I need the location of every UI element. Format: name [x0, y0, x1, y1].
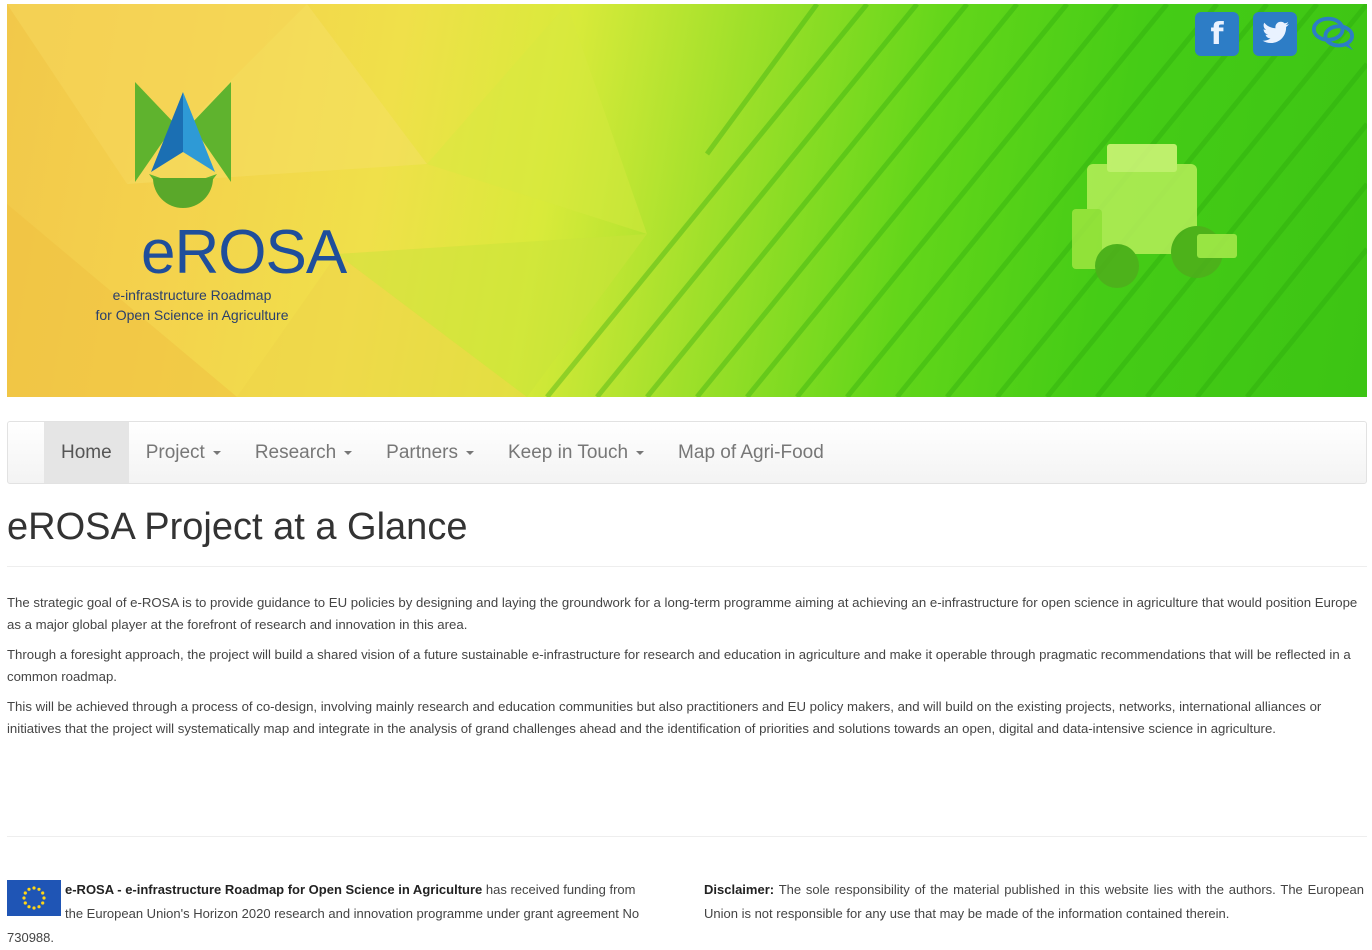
funding-notice: e-ROSA - e-infrastructure Roadmap for Op…: [7, 878, 657, 950]
facebook-icon[interactable]: f: [1195, 12, 1239, 56]
main-content: The strategic goal of e-ROSA is to provi…: [7, 592, 1362, 748]
nav-research[interactable]: Research: [238, 422, 369, 483]
erosa-logo-mark: [135, 82, 231, 208]
intro-paragraph: The strategic goal of e-ROSA is to provi…: [7, 595, 1358, 632]
intro-paragraph: This will be achieved through a process …: [7, 699, 1322, 736]
caret-down-icon: [465, 450, 474, 455]
disclaimer-label: Disclaimer:: [704, 882, 775, 897]
disclaimer-text: Disclaimer: The sole responsibility of t…: [704, 882, 1364, 921]
logo-subtitle: e-infrastructure Roadmap for Open Scienc…: [95, 287, 289, 323]
footer-divider: [7, 836, 1367, 837]
funding-text: e-ROSA - e-infrastructure Roadmap for Op…: [7, 882, 640, 945]
caret-down-icon: [212, 450, 221, 455]
twitter-icon[interactable]: [1253, 12, 1297, 56]
main-navbar: Home Project Research Partners Keep in T…: [7, 421, 1367, 484]
funding-project-name: e-ROSA - e-infrastructure Roadmap for Op…: [65, 882, 483, 897]
chat-icon[interactable]: [1311, 12, 1355, 56]
nav-keep-in-touch[interactable]: Keep in Touch: [491, 422, 661, 483]
twitter-bird-icon: [1262, 21, 1289, 43]
header-banner: eROSA e-infrastructure Roadmap for Open …: [7, 4, 1367, 397]
caret-down-icon: [636, 450, 645, 455]
intro-paragraph: Through a foresight approach, the projec…: [7, 647, 1351, 684]
erosa-logo[interactable]: eROSA e-infrastructure Roadmap for Open …: [57, 82, 347, 332]
title-divider: [7, 566, 1367, 567]
eu-flag-icon: [7, 880, 61, 916]
logo-title: eROSA: [141, 218, 347, 287]
page-title: eROSA Project at a Glance: [7, 506, 468, 548]
disclaimer: Disclaimer: The sole responsibility of t…: [704, 878, 1364, 926]
chat-bubbles-icon: [1311, 16, 1355, 51]
caret-down-icon: [344, 450, 353, 455]
nav-home[interactable]: Home: [44, 422, 129, 483]
eu-stars-icon: [22, 886, 46, 910]
nav-partners[interactable]: Partners: [369, 422, 491, 483]
nav-map-of-agri-food[interactable]: Map of Agri-Food: [661, 422, 841, 483]
social-links: f: [1195, 12, 1355, 56]
nav-project[interactable]: Project: [129, 422, 238, 483]
